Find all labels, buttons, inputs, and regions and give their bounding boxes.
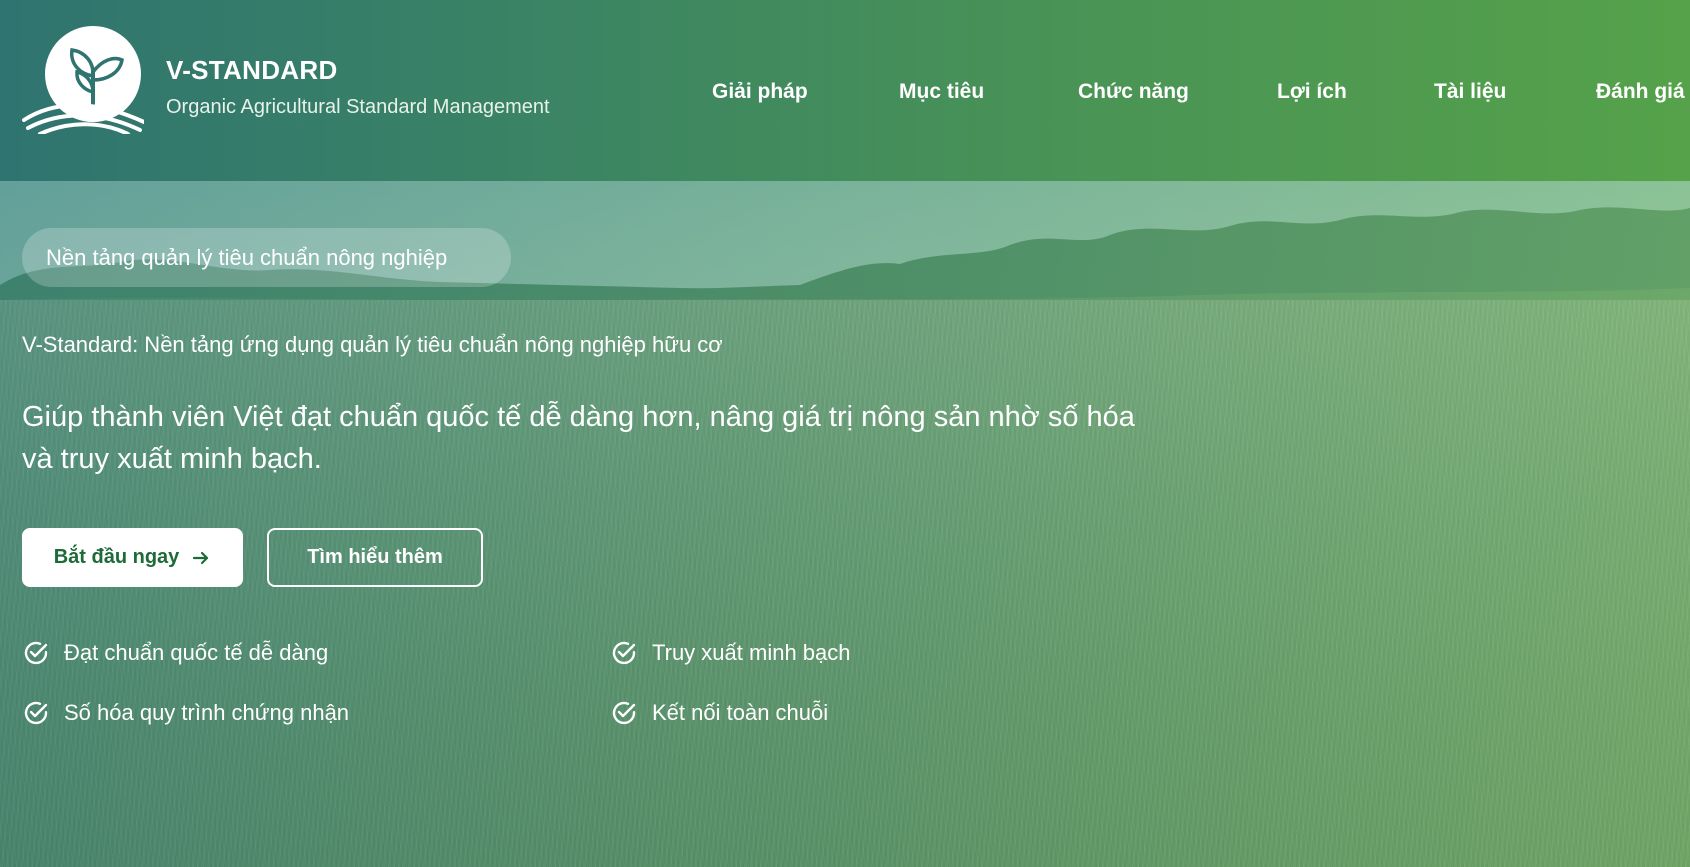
nav-item-giai-phap[interactable]: Giải pháp bbox=[712, 80, 808, 104]
site-header: V-STANDARD Organic Agricultural Standard… bbox=[0, 0, 1690, 181]
sprout-over-field-icon[interactable] bbox=[22, 24, 144, 134]
arrow-right-icon bbox=[193, 551, 209, 564]
feature-item: Kết nối toàn chuỗi bbox=[610, 699, 828, 727]
feature-item: Đạt chuẩn quốc tế dễ dàng bbox=[22, 639, 328, 667]
feature-item: Truy xuất minh bạch bbox=[610, 639, 851, 667]
hero-badge: Nền tảng quản lý tiêu chuẩn nông nghiệp bbox=[22, 228, 511, 287]
start-now-button-label: Bắt đầu ngay bbox=[53, 546, 180, 568]
hero-badge-label: Nền tảng quản lý tiêu chuẩn nông nghiệp bbox=[46, 244, 448, 270]
nav-item-muc-tieu[interactable]: Mục tiêu bbox=[899, 80, 984, 104]
check-circle-icon bbox=[24, 701, 48, 725]
brand-title: V-STANDARD bbox=[166, 55, 338, 85]
nav-item-tai-lieu[interactable]: Tài liệu bbox=[1434, 80, 1506, 104]
nav-item-danh-gia[interactable]: Đánh giá bbox=[1596, 80, 1685, 104]
hero-subtitle: V-Standard: Nền tảng ứng dụng quản lý ti… bbox=[22, 332, 723, 357]
hero-headline-line-2: và truy xuất minh bạch. bbox=[22, 443, 322, 475]
feature-label: Kết nối toàn chuỗi bbox=[652, 700, 829, 725]
check-circle-icon bbox=[612, 701, 636, 725]
check-circle-icon bbox=[612, 641, 636, 665]
start-now-button[interactable]: Bắt đầu ngay bbox=[22, 528, 243, 587]
feature-item: Số hóa quy trình chứng nhận bbox=[22, 699, 349, 727]
learn-more-button-label: Tìm hiểu thêm bbox=[307, 546, 443, 568]
feature-label: Số hóa quy trình chứng nhận bbox=[64, 700, 350, 725]
feature-label: Truy xuất minh bạch bbox=[652, 640, 851, 665]
nav-item-chuc-nang[interactable]: Chức năng bbox=[1078, 80, 1189, 104]
brand-subtitle: Organic Agricultural Standard Management bbox=[166, 96, 550, 118]
check-circle-icon bbox=[24, 641, 48, 665]
feature-label: Đạt chuẩn quốc tế dễ dàng bbox=[64, 640, 329, 665]
nav-item-loi-ich[interactable]: Lợi ích bbox=[1277, 80, 1347, 104]
learn-more-button[interactable]: Tìm hiểu thêm bbox=[267, 528, 483, 587]
hero-headline-line-1: Giúp thành viên Việt đạt chuẩn quốc tế d… bbox=[22, 401, 1135, 433]
hero-headline: Giúp thành viên Việt đạt chuẩn quốc tế d… bbox=[22, 396, 1222, 480]
